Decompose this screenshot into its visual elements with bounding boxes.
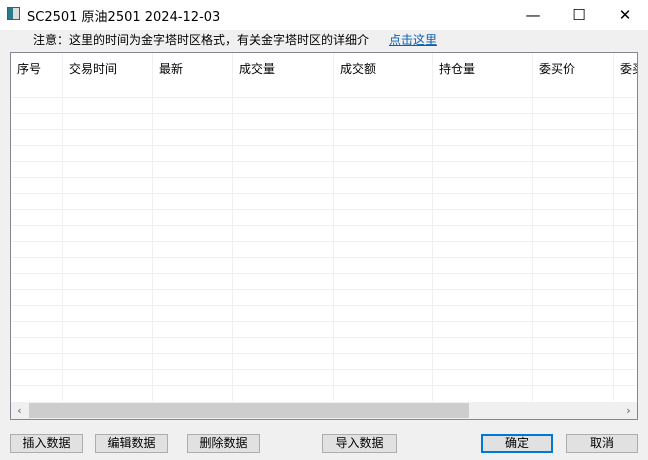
header-seq[interactable]: 序号 (11, 53, 62, 82)
edit-data-button[interactable]: 编辑数据 (95, 434, 168, 453)
header-bid-price[interactable]: 委买价 (533, 53, 613, 82)
column (63, 53, 153, 401)
header-trade-time[interactable]: 交易时间 (63, 53, 152, 82)
window-title: SC2501 原油2501 2024-12-03 (27, 10, 221, 25)
column (334, 53, 433, 401)
import-data-button[interactable]: 导入数据 (322, 434, 397, 453)
header-open-interest[interactable]: 持仓量 (433, 53, 532, 82)
header-latest[interactable]: 最新 (153, 53, 232, 82)
scroll-right-icon[interactable]: › (620, 402, 637, 419)
horizontal-scrollbar[interactable]: ‹ › (11, 402, 637, 419)
title-bar: SC2501 原油2501 2024-12-03 — ☐ ✕ (0, 0, 648, 30)
column (153, 53, 233, 401)
scroll-left-icon[interactable]: ‹ (11, 402, 28, 419)
maximize-button[interactable]: ☐ (556, 0, 602, 30)
header-volume[interactable]: 成交量 (233, 53, 333, 82)
cancel-button[interactable]: 取消 (566, 434, 638, 453)
scrollbar-thumb[interactable] (29, 403, 469, 418)
minimize-button[interactable]: — (510, 0, 556, 30)
column (11, 53, 63, 401)
header-bid-volume[interactable]: 委买量 (614, 53, 637, 82)
column (433, 53, 533, 401)
data-table[interactable]: 序号 交易时间 最新 成交量 成交额 持仓量 委买价 委买量 ‹ › (10, 52, 638, 420)
column (233, 53, 334, 401)
close-button[interactable]: ✕ (602, 0, 648, 30)
delete-data-button[interactable]: 删除数据 (187, 434, 260, 453)
ok-button[interactable]: 确定 (481, 434, 553, 453)
click-here-link[interactable]: 点击这里 (389, 31, 437, 48)
header-turnover[interactable]: 成交额 (334, 53, 432, 82)
timezone-notice: 注意：这里的时间为金字塔时区格式，有关金字塔时区的详细介 (33, 33, 370, 47)
app-icon (7, 7, 20, 20)
column (533, 53, 614, 401)
insert-data-button[interactable]: 插入数据 (10, 434, 83, 453)
